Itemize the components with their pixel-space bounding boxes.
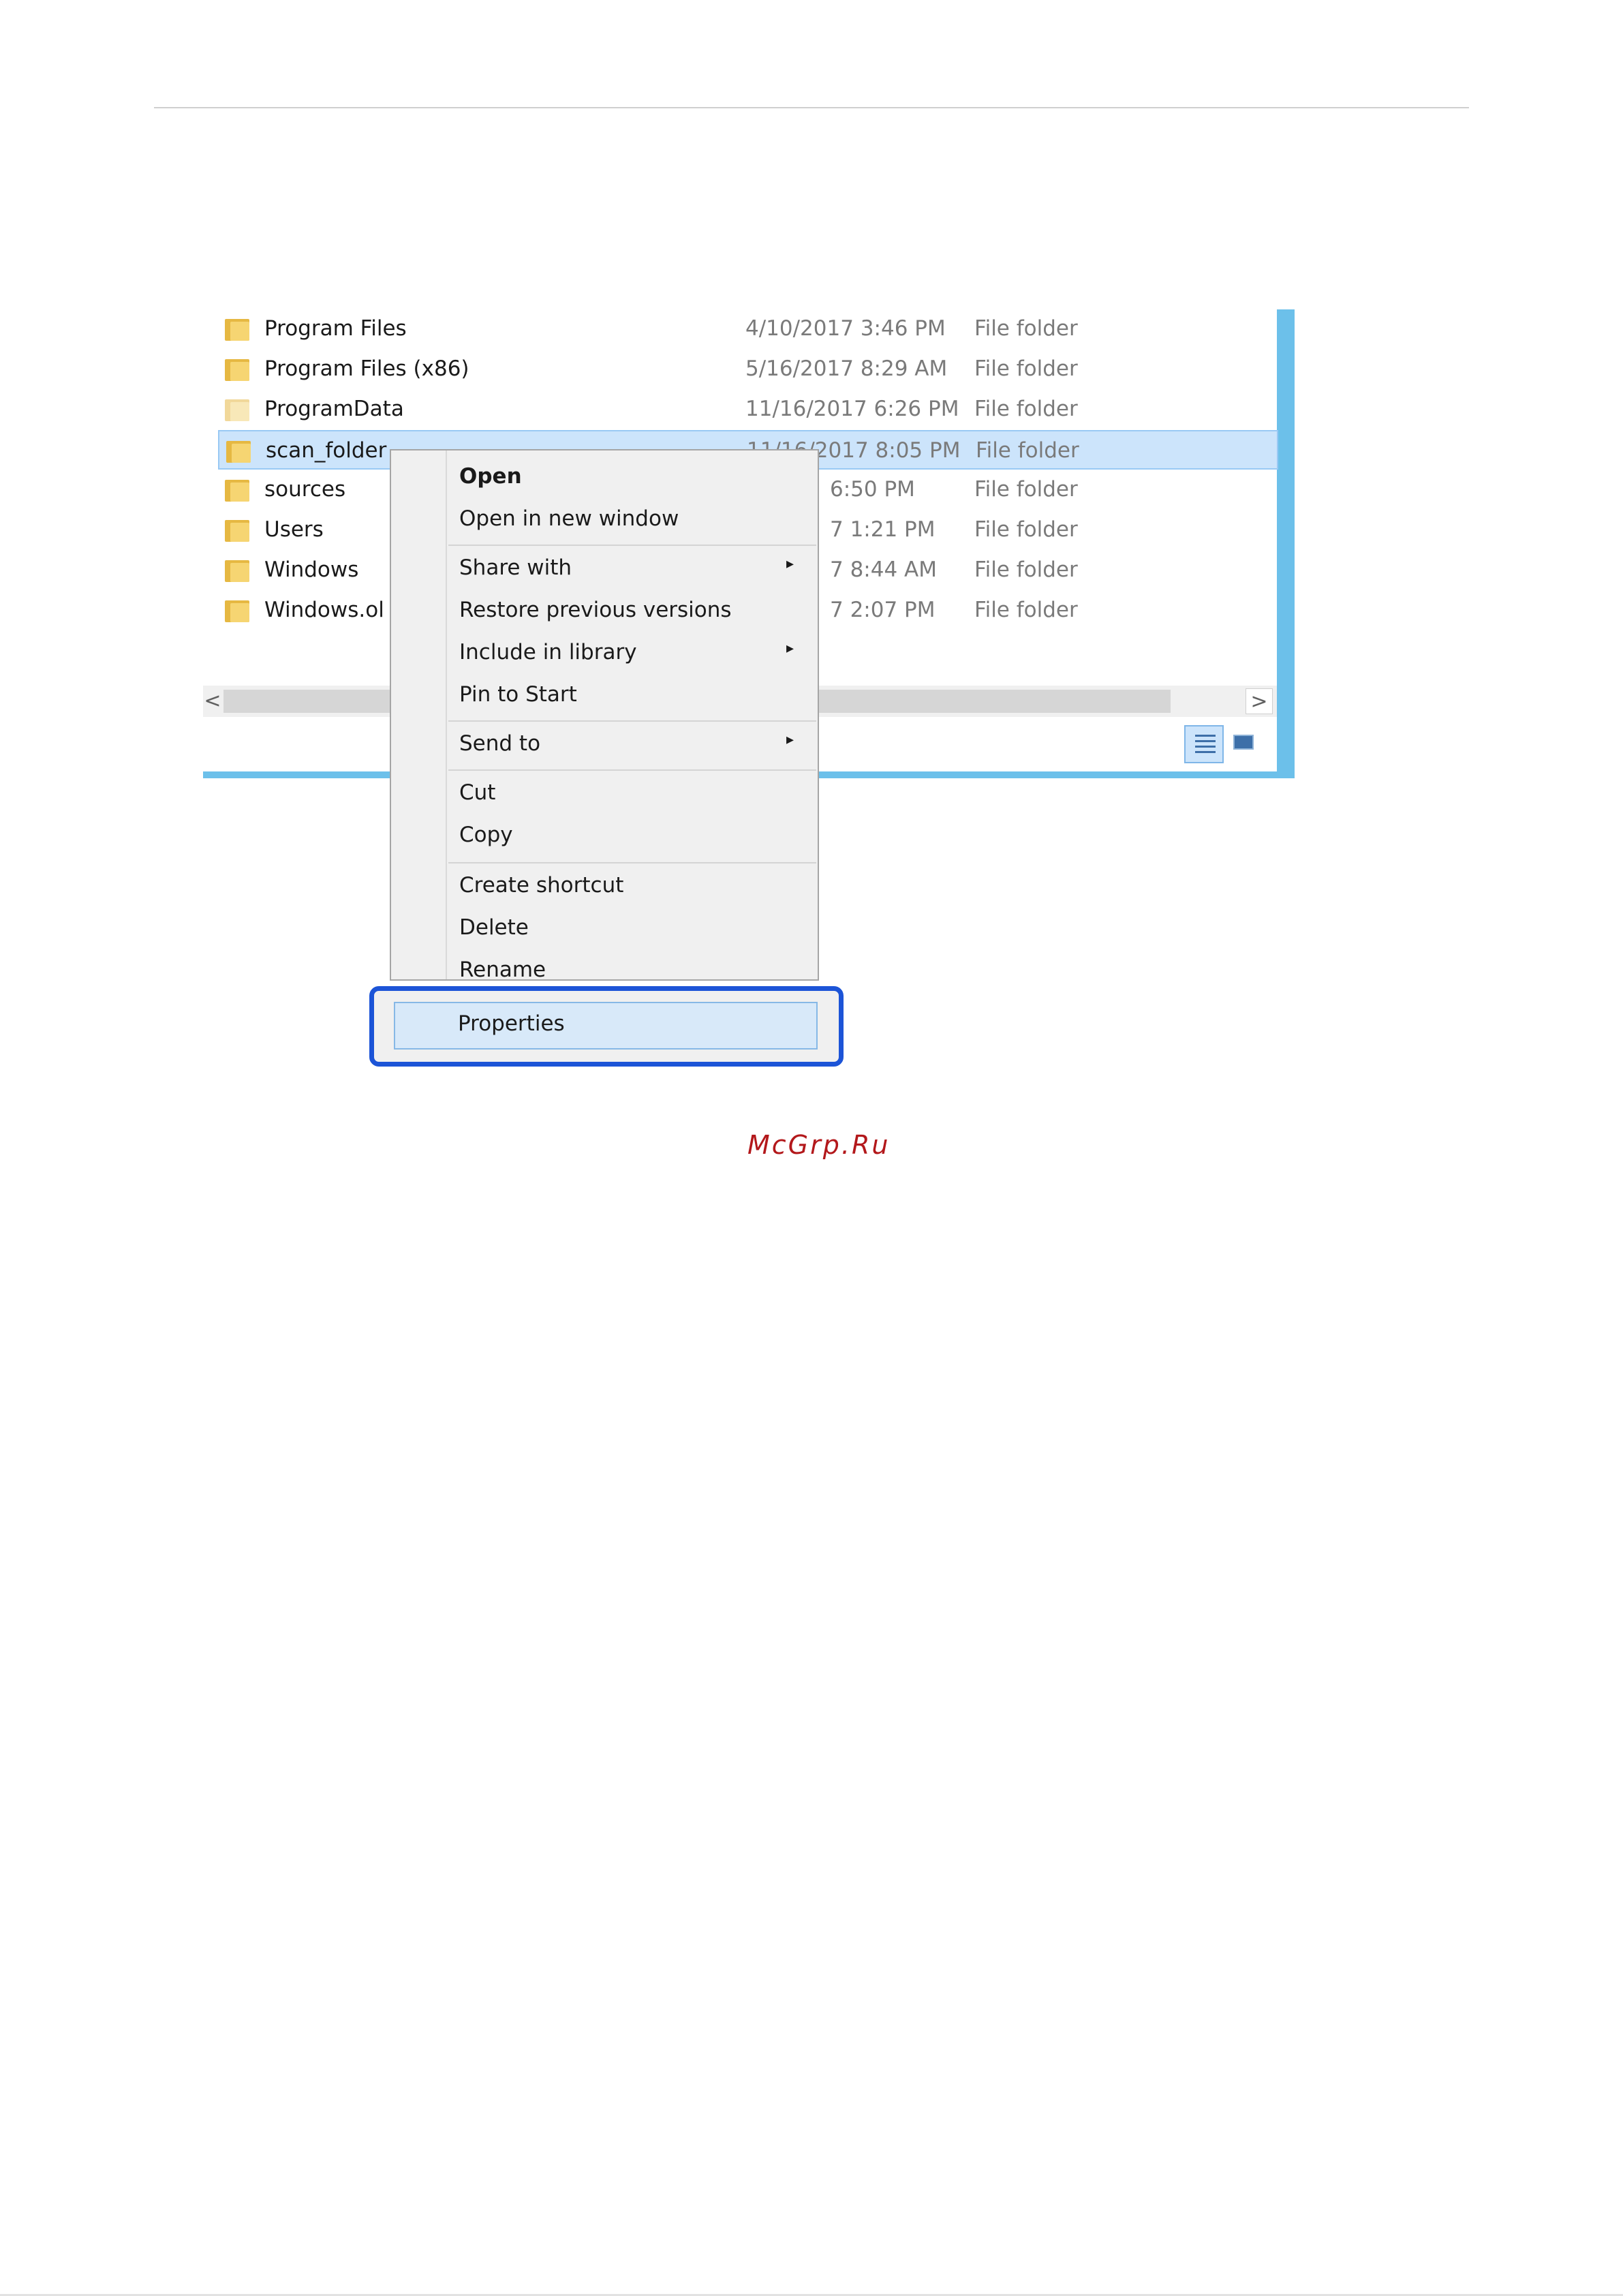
file-name: scan_folder — [266, 438, 387, 463]
file-date: 7 8:44 AM — [830, 557, 937, 582]
file-date: 4/10/2017 3:46 PM — [745, 316, 946, 341]
details-view-icon[interactable] — [1184, 725, 1224, 763]
menu-item-label: Rename — [459, 958, 546, 981]
menu-item-copy[interactable]: Copy — [391, 814, 818, 855]
menu-separator — [448, 545, 816, 546]
scroll-right-arrow-icon[interactable]: > — [1246, 688, 1273, 714]
file-type: File folder — [976, 438, 1079, 463]
menu-item-pin-to-start[interactable]: Pin to Start — [391, 674, 818, 715]
file-row[interactable]: Program Files 4/10/2017 3:46 PM File fol… — [218, 309, 1278, 349]
menu-item-label: Send to — [459, 731, 541, 756]
file-name: Users — [264, 517, 324, 542]
file-row[interactable]: Program Files (x86) 5/16/2017 8:29 AM Fi… — [218, 350, 1278, 389]
file-row[interactable]: ProgramData 11/16/2017 6:26 PM File fold… — [218, 390, 1278, 429]
file-type: File folder — [974, 557, 1078, 582]
submenu-arrow-icon: ▸ — [786, 731, 794, 748]
menu-item-delete[interactable]: Delete — [391, 907, 818, 948]
file-date: 7 1:21 PM — [830, 517, 936, 542]
file-name: Windows — [264, 557, 359, 582]
menu-item-open-new-window[interactable]: Open in new window — [391, 498, 818, 539]
submenu-arrow-icon: ▸ — [786, 640, 794, 657]
menu-item-restore-previous-versions[interactable]: Restore previous versions — [391, 590, 818, 630]
page-top-rule — [154, 107, 1469, 108]
watermark: McGrp.Ru — [747, 1130, 891, 1160]
file-name: ProgramData — [264, 397, 404, 421]
menu-item-cut[interactable]: Cut — [391, 772, 818, 813]
scroll-left-arrow-icon[interactable]: < — [203, 688, 222, 714]
menu-item-open[interactable]: Open — [391, 456, 818, 497]
menu-item-properties[interactable]: Properties — [394, 1002, 818, 1050]
file-type: File folder — [974, 517, 1078, 542]
file-name: sources — [264, 477, 346, 502]
large-icons-view-icon[interactable] — [1229, 728, 1259, 758]
file-type: File folder — [974, 477, 1078, 502]
file-type: File folder — [974, 356, 1078, 381]
menu-item-send-to[interactable]: Send to ▸ — [391, 723, 818, 764]
menu-item-label: Open — [459, 464, 522, 489]
menu-item-label: Copy — [459, 823, 513, 847]
folder-icon — [225, 599, 249, 622]
menu-separator — [448, 862, 816, 863]
menu-separator — [448, 720, 816, 722]
file-name: Program Files — [264, 316, 407, 341]
file-date: 6:50 PM — [830, 477, 915, 502]
folder-icon — [225, 519, 249, 542]
menu-item-label: Open in new window — [459, 506, 679, 531]
menu-item-label: Create shortcut — [459, 873, 624, 898]
menu-item-label: Properties — [458, 1011, 565, 1036]
menu-item-include-in-library[interactable]: Include in library ▸ — [391, 632, 818, 673]
menu-item-label: Include in library — [459, 640, 637, 664]
file-name: Windows.ol — [264, 598, 384, 622]
folder-icon — [225, 559, 249, 582]
menu-item-rename[interactable]: Rename — [391, 949, 818, 981]
folder-icon — [225, 478, 249, 502]
menu-item-label: Share with — [459, 555, 572, 580]
file-type: File folder — [974, 598, 1078, 622]
folder-icon — [226, 440, 251, 463]
folder-icon — [225, 358, 249, 381]
context-menu: Open Open in new window Share with ▸ Res… — [390, 449, 819, 981]
menu-item-create-shortcut[interactable]: Create shortcut — [391, 865, 818, 906]
file-date: 11/16/2017 6:26 PM — [745, 397, 959, 421]
file-date: 5/16/2017 8:29 AM — [745, 356, 948, 381]
file-type: File folder — [974, 397, 1078, 421]
menu-item-label: Restore previous versions — [459, 598, 732, 622]
menu-item-label: Delete — [459, 915, 529, 940]
folder-icon — [225, 398, 249, 421]
window-right-edge — [1277, 309, 1295, 778]
menu-item-label: Pin to Start — [459, 682, 577, 707]
file-name: Program Files (x86) — [264, 356, 469, 381]
submenu-arrow-icon: ▸ — [786, 555, 794, 572]
menu-separator — [448, 769, 816, 771]
file-type: File folder — [974, 316, 1078, 341]
menu-item-share-with[interactable]: Share with ▸ — [391, 547, 818, 588]
folder-icon — [225, 318, 249, 341]
menu-item-label: Cut — [459, 780, 496, 805]
file-date: 7 2:07 PM — [830, 598, 936, 622]
